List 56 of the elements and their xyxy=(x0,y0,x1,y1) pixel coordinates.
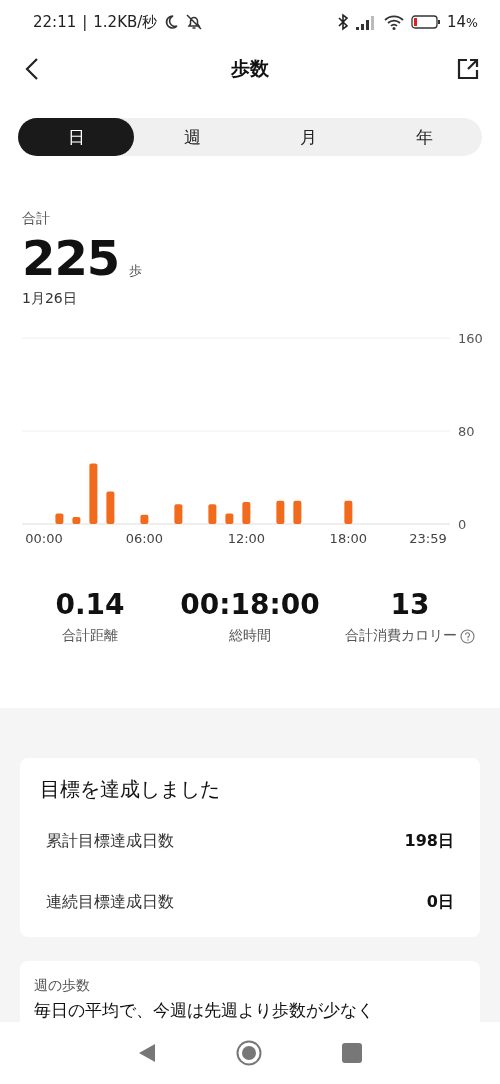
chart-bar xyxy=(55,513,64,524)
card-title: 目標を達成しました xyxy=(40,776,221,803)
chart-bar xyxy=(208,504,217,524)
stat-label: 合計距離 xyxy=(62,627,118,645)
row-label: 累計目標達成日数 xyxy=(46,831,174,852)
card-title: 週の歩数 xyxy=(34,977,91,995)
period-tab[interactable]: 日 xyxy=(18,118,134,156)
stat-label: 合計消費カロリー xyxy=(345,627,457,645)
axis-label: 0 xyxy=(458,517,467,532)
stat-value: 00:18:00 xyxy=(180,588,320,621)
step-count: 225 xyxy=(22,230,120,286)
wifi-icon xyxy=(383,14,405,30)
period-tab[interactable]: 月 xyxy=(250,118,366,156)
period-tab[interactable]: 年 xyxy=(366,118,482,156)
weekly-summary: 毎日の平均で、今週は先週より歩数が少なく xyxy=(34,999,375,1022)
chart-bar xyxy=(89,463,98,524)
back-nav-icon[interactable] xyxy=(138,1043,156,1063)
step-unit: 歩 xyxy=(129,262,143,280)
battery-icon xyxy=(411,14,441,30)
home-nav-icon[interactable] xyxy=(236,1040,262,1066)
chart-bar xyxy=(106,491,115,524)
bluetooth-icon xyxy=(337,13,349,31)
axis-label: 80 xyxy=(458,424,475,439)
chart-bar xyxy=(293,500,302,524)
chart-bar xyxy=(174,504,183,524)
separator: | xyxy=(82,13,88,31)
battery-percent: 14% xyxy=(447,13,478,31)
period-tab[interactable]: 週 xyxy=(134,118,250,156)
axis-label: 00:00 xyxy=(25,531,63,546)
chart-bar xyxy=(140,514,149,524)
chart-bar xyxy=(72,517,81,524)
chart-bar xyxy=(242,501,251,524)
row-value: 198日 xyxy=(404,831,454,852)
axis-label: 160 xyxy=(458,331,483,346)
total-label: 合計 xyxy=(22,210,51,228)
status-time: 22:11 xyxy=(33,13,77,31)
moon-icon xyxy=(163,14,180,30)
stat-value: 13 xyxy=(390,588,430,621)
axis-label: 23:59 xyxy=(409,531,447,546)
network-speed: 1.2KB/秒 xyxy=(93,12,158,32)
stat-label: 総時間 xyxy=(229,627,271,645)
help-icon[interactable] xyxy=(460,628,475,644)
bell-off-icon xyxy=(185,13,204,31)
row-value: 0日 xyxy=(426,892,454,913)
page-title: 歩数 xyxy=(231,56,269,81)
row-label: 連続目標達成日数 xyxy=(46,892,174,913)
stat-value: 0.14 xyxy=(55,588,125,621)
axis-label: 12:00 xyxy=(227,531,266,546)
chart-bar xyxy=(225,513,234,524)
date-label: 1月26日 xyxy=(22,290,78,308)
axis-label: 18:00 xyxy=(329,531,368,546)
chart-bar xyxy=(276,500,285,524)
axis-label: 06:00 xyxy=(125,531,164,546)
signal-icon xyxy=(355,14,377,30)
chart-bar xyxy=(344,500,353,524)
back-icon[interactable] xyxy=(24,57,40,81)
